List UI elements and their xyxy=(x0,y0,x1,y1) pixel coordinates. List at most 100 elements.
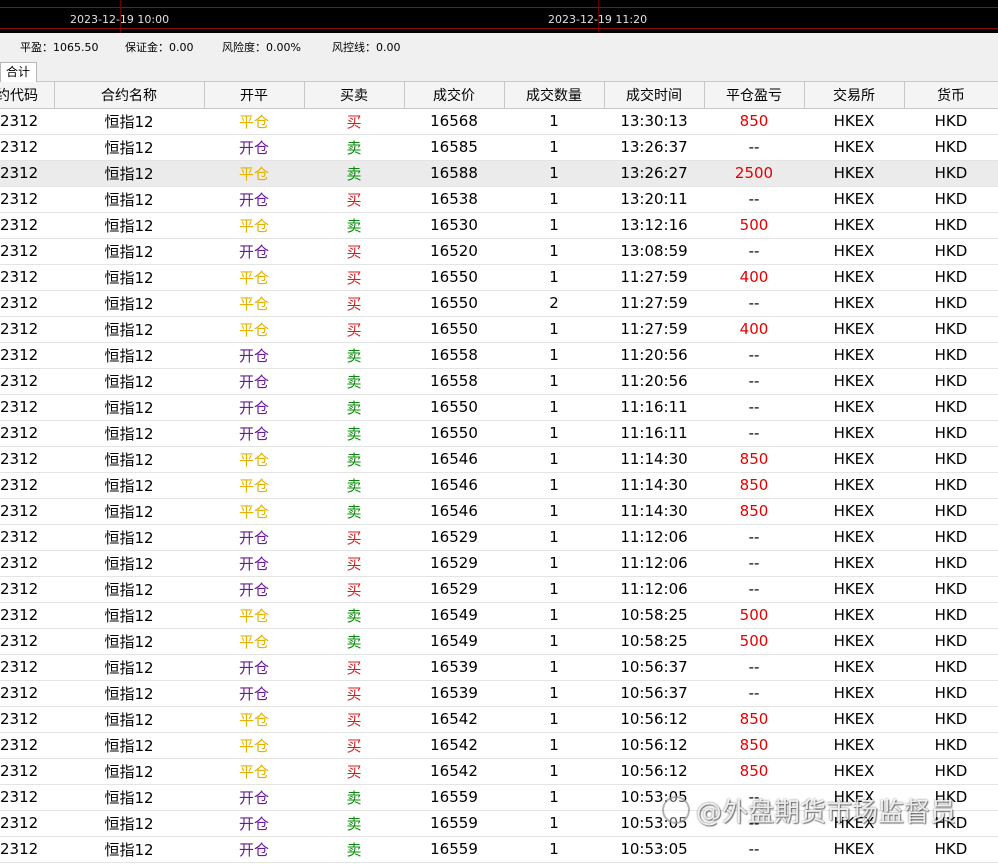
table-row[interactable]: 2312 恒指12 开仓卖 16550 1 11:16:11 -- HKEX HKD xyxy=(0,394,998,421)
cell-open-close: 平仓 xyxy=(204,160,304,187)
cell-price: 16529 xyxy=(404,524,504,551)
cell-contract-code: 2312 xyxy=(0,628,54,655)
cell-open-close: 平仓 xyxy=(204,498,304,525)
table-row[interactable]: 2312 恒指12 开仓卖 16559 1 10:53:05 -- HKEX HKD xyxy=(0,810,998,837)
table-row[interactable]: 2312 恒指12 开仓卖 16585 1 13:26:37 -- HKEX HKD xyxy=(0,134,998,161)
cell-time: 10:58:25 xyxy=(604,628,704,655)
header-close-pnl[interactable]: 平仓盈亏 xyxy=(704,82,805,109)
cell-buy-sell: 卖 xyxy=(304,212,404,239)
cell-close-pnl: 850 xyxy=(704,472,804,499)
cell-quantity: 1 xyxy=(504,420,604,447)
header-contract-code[interactable]: 约代码 xyxy=(0,82,55,109)
cell-close-pnl: -- xyxy=(704,784,804,811)
table-row[interactable]: 2312 恒指12 开仓买 16538 1 13:20:11 -- HKEX HKD xyxy=(0,186,998,213)
cell-close-pnl: -- xyxy=(704,680,804,707)
cell-close-pnl: -- xyxy=(704,342,804,369)
table-row[interactable]: 2312 恒指12 平仓卖 16549 1 10:58:25 500 HKEX HKD xyxy=(0,602,998,629)
table-row[interactable]: 2312 恒指12 平仓买 16550 1 11:27:59 400 HKEX HKD xyxy=(0,264,998,291)
header-open-close[interactable]: 开平 xyxy=(204,82,305,109)
table-row[interactable]: 2312 恒指12 开仓买 16529 1 11:12:06 -- HKEX HKD xyxy=(0,524,998,551)
cell-contract-code: 2312 xyxy=(0,316,54,343)
cell-open-close: 开仓 xyxy=(204,368,304,395)
cell-time: 13:08:59 xyxy=(604,238,704,265)
cell-buy-sell: 卖 xyxy=(304,394,404,421)
cell-buy-sell: 买 xyxy=(304,576,404,603)
table-row[interactable]: 2312 恒指12 平仓卖 16546 1 11:14:30 850 HKEX HKD xyxy=(0,472,998,499)
cell-open-close: 开仓 xyxy=(204,810,304,837)
cell-exchange: HKEX xyxy=(804,576,904,603)
cell-exchange: HKEX xyxy=(804,498,904,525)
table-row[interactable]: 2312 恒指12 开仓卖 16559 1 10:53:05 -- HKEX HKD xyxy=(0,784,998,811)
cell-exchange: HKEX xyxy=(804,108,904,135)
cell-time: 10:56:12 xyxy=(604,732,704,759)
header-quantity[interactable]: 成交数量 xyxy=(504,82,605,109)
cell-contract-code: 2312 xyxy=(0,758,54,785)
cell-close-pnl: -- xyxy=(704,576,804,603)
table-row[interactable]: 2312 恒指12 开仓买 16529 1 11:12:06 -- HKEX HKD xyxy=(0,576,998,603)
table-row[interactable]: 2312 恒指12 平仓买 16542 1 10:56:12 850 HKEX HKD xyxy=(0,706,998,733)
tab-total[interactable]: 合计 xyxy=(0,62,37,83)
cell-price: 16550 xyxy=(404,290,504,317)
cell-exchange: HKEX xyxy=(804,394,904,421)
cell-close-pnl: -- xyxy=(704,420,804,447)
cell-quantity: 1 xyxy=(504,264,604,291)
header-exchange[interactable]: 交易所 xyxy=(804,82,905,109)
cell-price: 16542 xyxy=(404,706,504,733)
cell-quantity: 1 xyxy=(504,446,604,473)
table-row[interactable]: 2312 恒指12 平仓卖 16546 1 11:14:30 850 HKEX HKD xyxy=(0,498,998,525)
cell-contract-name: 恒指12 xyxy=(54,732,204,759)
table-row[interactable]: 2312 恒指12 平仓买 16550 2 11:27:59 -- HKEX HKD xyxy=(0,290,998,317)
cell-buy-sell: 买 xyxy=(304,264,404,291)
cell-currency: HKD xyxy=(904,108,998,135)
header-buy-sell[interactable]: 买卖 xyxy=(304,82,405,109)
cell-buy-sell: 买 xyxy=(304,524,404,551)
table-row[interactable]: 2312 恒指12 开仓卖 16558 1 11:20:56 -- HKEX HKD xyxy=(0,342,998,369)
cell-contract-code: 2312 xyxy=(0,706,54,733)
table-row[interactable]: 2312 恒指12 开仓买 16539 1 10:56:37 -- HKEX HKD xyxy=(0,654,998,681)
cell-close-pnl: 400 xyxy=(704,264,804,291)
header-price[interactable]: 成交价 xyxy=(404,82,505,109)
cell-close-pnl: 500 xyxy=(704,212,804,239)
cell-buy-sell: 卖 xyxy=(304,160,404,187)
cell-time: 11:20:56 xyxy=(604,342,704,369)
table-row[interactable]: 2312 恒指12 开仓卖 16559 1 10:53:05 -- HKEX HKD xyxy=(0,836,998,863)
cell-buy-sell: 买 xyxy=(304,186,404,213)
table-row[interactable]: 2312 恒指12 开仓买 16520 1 13:08:59 -- HKEX HKD xyxy=(0,238,998,265)
cell-exchange: HKEX xyxy=(804,836,904,863)
header-currency[interactable]: 货币 xyxy=(904,82,998,109)
table-row[interactable]: 2312 恒指12 平仓卖 16588 1 13:26:27 2500 HKEX HKD xyxy=(0,160,998,187)
cell-contract-name: 恒指12 xyxy=(54,342,204,369)
cell-price: 16588 xyxy=(404,160,504,187)
cell-price: 16538 xyxy=(404,186,504,213)
cell-contract-name: 恒指12 xyxy=(54,420,204,447)
cell-exchange: HKEX xyxy=(804,264,904,291)
table-row[interactable]: 2312 恒指12 平仓卖 16530 1 13:12:16 500 HKEX HKD xyxy=(0,212,998,239)
cell-close-pnl: 500 xyxy=(704,628,804,655)
cell-quantity: 1 xyxy=(504,550,604,577)
cell-time: 13:30:13 xyxy=(604,108,704,135)
header-time[interactable]: 成交时间 xyxy=(604,82,705,109)
chart-time-label: 2023-12-19 10:00 xyxy=(70,13,170,26)
cell-buy-sell: 卖 xyxy=(304,420,404,447)
cell-contract-name: 恒指12 xyxy=(54,524,204,551)
table-row[interactable]: 2312 恒指12 开仓买 16539 1 10:56:37 -- HKEX HKD xyxy=(0,680,998,707)
table-row[interactable]: 2312 恒指12 平仓买 16542 1 10:56:12 850 HKEX HKD xyxy=(0,732,998,759)
cell-contract-name: 恒指12 xyxy=(54,810,204,837)
table-row[interactable]: 2312 恒指12 平仓买 16550 1 11:27:59 400 HKEX HKD xyxy=(0,316,998,343)
table-row[interactable]: 2312 恒指12 开仓卖 16550 1 11:16:11 -- HKEX HKD xyxy=(0,420,998,447)
chart-time-label: 2023-12-19 11:20 xyxy=(548,13,648,26)
chart-gridline xyxy=(0,28,998,29)
table-row[interactable]: 2312 恒指12 平仓买 16568 1 13:30:13 850 HKEX HKD xyxy=(0,108,998,135)
header-contract-name[interactable]: 合约名称 xyxy=(54,82,205,109)
table-row[interactable]: 2312 恒指12 开仓卖 16558 1 11:20:56 -- HKEX HKD xyxy=(0,368,998,395)
cell-contract-code: 2312 xyxy=(0,732,54,759)
table-row[interactable]: 2312 恒指12 平仓卖 16546 1 11:14:30 850 HKEX HKD xyxy=(0,446,998,473)
cell-currency: HKD xyxy=(904,290,998,317)
cell-price: 16585 xyxy=(404,134,504,161)
table-row[interactable]: 2312 恒指12 平仓买 16542 1 10:56:12 850 HKEX HKD xyxy=(0,758,998,785)
cell-price: 16529 xyxy=(404,550,504,577)
cell-contract-name: 恒指12 xyxy=(54,602,204,629)
table-row[interactable]: 2312 恒指12 开仓买 16529 1 11:12:06 -- HKEX HKD xyxy=(0,550,998,577)
cell-open-close: 平仓 xyxy=(204,290,304,317)
table-row[interactable]: 2312 恒指12 平仓卖 16549 1 10:58:25 500 HKEX HKD xyxy=(0,628,998,655)
